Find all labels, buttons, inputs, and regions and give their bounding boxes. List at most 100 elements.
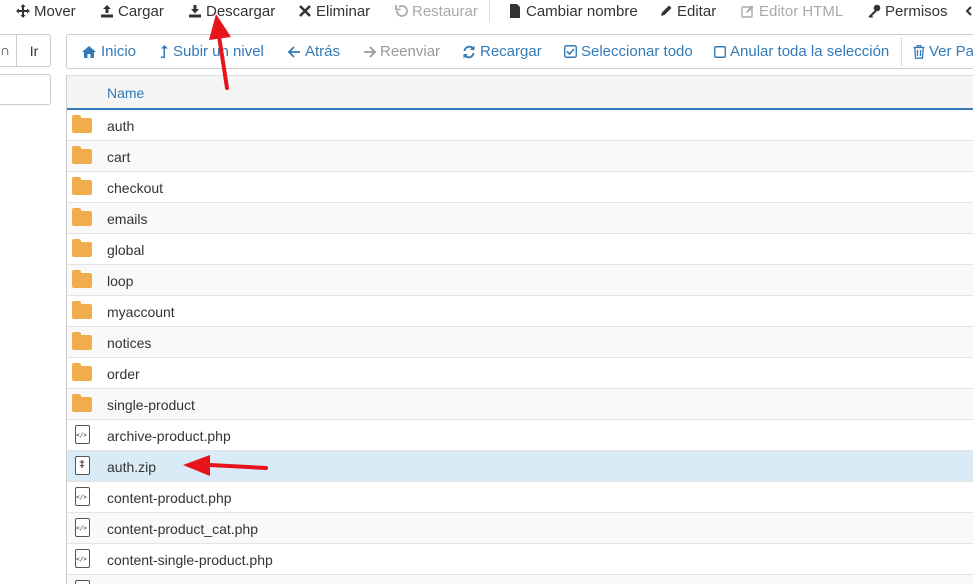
tree-search-field[interactable]: [0, 74, 51, 105]
file-name: auth: [107, 118, 135, 134]
download-label: Descargar: [206, 2, 276, 20]
key-icon: [867, 4, 881, 18]
code-file-icon: </>: [72, 549, 94, 568]
file-name: notices: [107, 335, 152, 351]
file-name: content-product.php: [107, 490, 232, 506]
home-icon: [82, 45, 96, 58]
upload-button[interactable]: Cargar: [100, 1, 164, 21]
nav-divider: [901, 37, 902, 66]
file-list-table: Name auth cart checkout emails global loop mya…: [66, 75, 973, 584]
table-header: Name: [67, 75, 973, 110]
name-column-header[interactable]: Name: [107, 85, 144, 101]
checkbox-empty-icon: [714, 45, 726, 58]
forward-button[interactable]: Reenviar: [363, 35, 440, 68]
folder-icon: [72, 363, 94, 382]
zip-file-icon: ‡: [72, 456, 94, 475]
delete-label: Eliminar: [316, 2, 371, 20]
view-trash-button[interactable]: Ver Papelera: [913, 35, 973, 68]
file-name: archive-product.php: [107, 428, 231, 444]
reload-label: Recargar: [480, 43, 542, 60]
select-all-button[interactable]: Seleccionar todo: [564, 35, 693, 68]
deselect-all-button[interactable]: Anular toda la selección: [714, 35, 889, 68]
home-label: Inicio: [101, 43, 137, 60]
up-one-level-button[interactable]: Subir un nivel: [160, 35, 264, 68]
download-icon: [188, 4, 202, 18]
home-button[interactable]: Inicio: [81, 35, 136, 68]
view-trash-label: Ver Papelera: [929, 43, 973, 60]
more-toolbar-icon[interactable]: [965, 1, 973, 21]
folder-row[interactable]: global: [67, 234, 973, 265]
arrows-move-icon: [16, 4, 30, 18]
file-row[interactable]: </> content-product.php: [67, 482, 973, 513]
folder-row[interactable]: order: [67, 358, 973, 389]
go-button[interactable]: Ir: [16, 34, 51, 67]
folder-row[interactable]: cart: [67, 141, 973, 172]
folder-row[interactable]: loop: [67, 265, 973, 296]
folder-row[interactable]: myaccount: [67, 296, 973, 327]
code-file-icon: </>: [72, 518, 94, 537]
file-name: single-product: [107, 397, 195, 413]
file-name: myaccount: [107, 304, 175, 320]
folder-row[interactable]: checkout: [67, 172, 973, 203]
download-button[interactable]: Descargar: [188, 1, 275, 21]
permissions-button[interactable]: Permisos: [867, 1, 948, 21]
arrow-left-icon: [288, 45, 300, 58]
up-one-level-label: Subir un nivel: [173, 43, 264, 60]
file-name: content-single-product.php: [107, 552, 273, 568]
delete-button[interactable]: Eliminar: [298, 1, 370, 21]
folder-icon: [72, 115, 94, 134]
navigation-bar: Inicio Subir un nivel Atrás Reenviar Rec…: [66, 34, 973, 69]
folder-icon: [72, 332, 94, 351]
folder-icon: [72, 177, 94, 196]
file-name: order: [107, 366, 140, 382]
file-row[interactable]: </> content-single-product.php: [67, 544, 973, 575]
upload-icon: [100, 4, 114, 18]
rename-button[interactable]: Cambiar nombre: [508, 1, 638, 21]
code-file-icon: </>: [72, 487, 94, 506]
folder-icon: [72, 270, 94, 289]
refresh-icon: [463, 45, 475, 58]
folder-icon: [72, 239, 94, 258]
select-all-label: Seleccionar todo: [581, 43, 693, 60]
folder-row[interactable]: auth: [67, 110, 973, 141]
folder-icon: [72, 208, 94, 227]
deselect-all-label: Anular toda la selección: [730, 43, 890, 60]
reload-button[interactable]: Recargar: [462, 35, 542, 68]
folder-row[interactable]: single-product: [67, 389, 973, 420]
code-file-icon: </>: [72, 425, 94, 444]
file-name: global: [107, 242, 145, 258]
edit-label: Editar: [677, 2, 717, 20]
folder-icon: [72, 394, 94, 413]
move-button[interactable]: Mover: [16, 1, 76, 21]
permissions-label: Permisos: [885, 2, 948, 20]
checkbox-checked-icon: [564, 45, 577, 58]
restore-button[interactable]: Restaurar: [394, 1, 478, 21]
folder-row[interactable]: notices: [67, 327, 973, 358]
rename-label: Cambiar nombre: [526, 2, 638, 20]
path-input-fragment[interactable]: ∩: [0, 42, 10, 58]
file-row[interactable]: </>: [67, 575, 973, 584]
folder-row[interactable]: emails: [67, 203, 973, 234]
trash-icon: [913, 44, 925, 59]
file-name: emails: [107, 211, 148, 227]
file-name: content-product_cat.php: [107, 521, 258, 537]
toolbar-divider: [489, 0, 490, 22]
file-icon: [508, 4, 522, 18]
pencil-icon: [659, 4, 673, 18]
file-row[interactable]: </> content-product_cat.php: [67, 513, 973, 544]
edit-button[interactable]: Editar: [659, 1, 716, 21]
folder-icon: [72, 301, 94, 320]
file-toolbar: Mover Cargar Descargar Eliminar Restaura…: [0, 0, 973, 22]
folder-icon: [72, 146, 94, 165]
file-row[interactable]: ‡ auth.zip: [67, 451, 973, 482]
x-icon: [298, 4, 312, 18]
level-up-icon: [161, 44, 168, 58]
back-label: Atrás: [305, 43, 341, 60]
back-button[interactable]: Atrás: [288, 35, 340, 68]
move-label: Mover: [34, 2, 76, 20]
file-name: cart: [107, 149, 131, 165]
file-row[interactable]: </> archive-product.php: [67, 420, 973, 451]
file-name: auth.zip: [107, 459, 157, 475]
html-editor-button[interactable]: Editor HTML: [741, 1, 843, 21]
restore-label: Restaurar: [412, 2, 478, 20]
